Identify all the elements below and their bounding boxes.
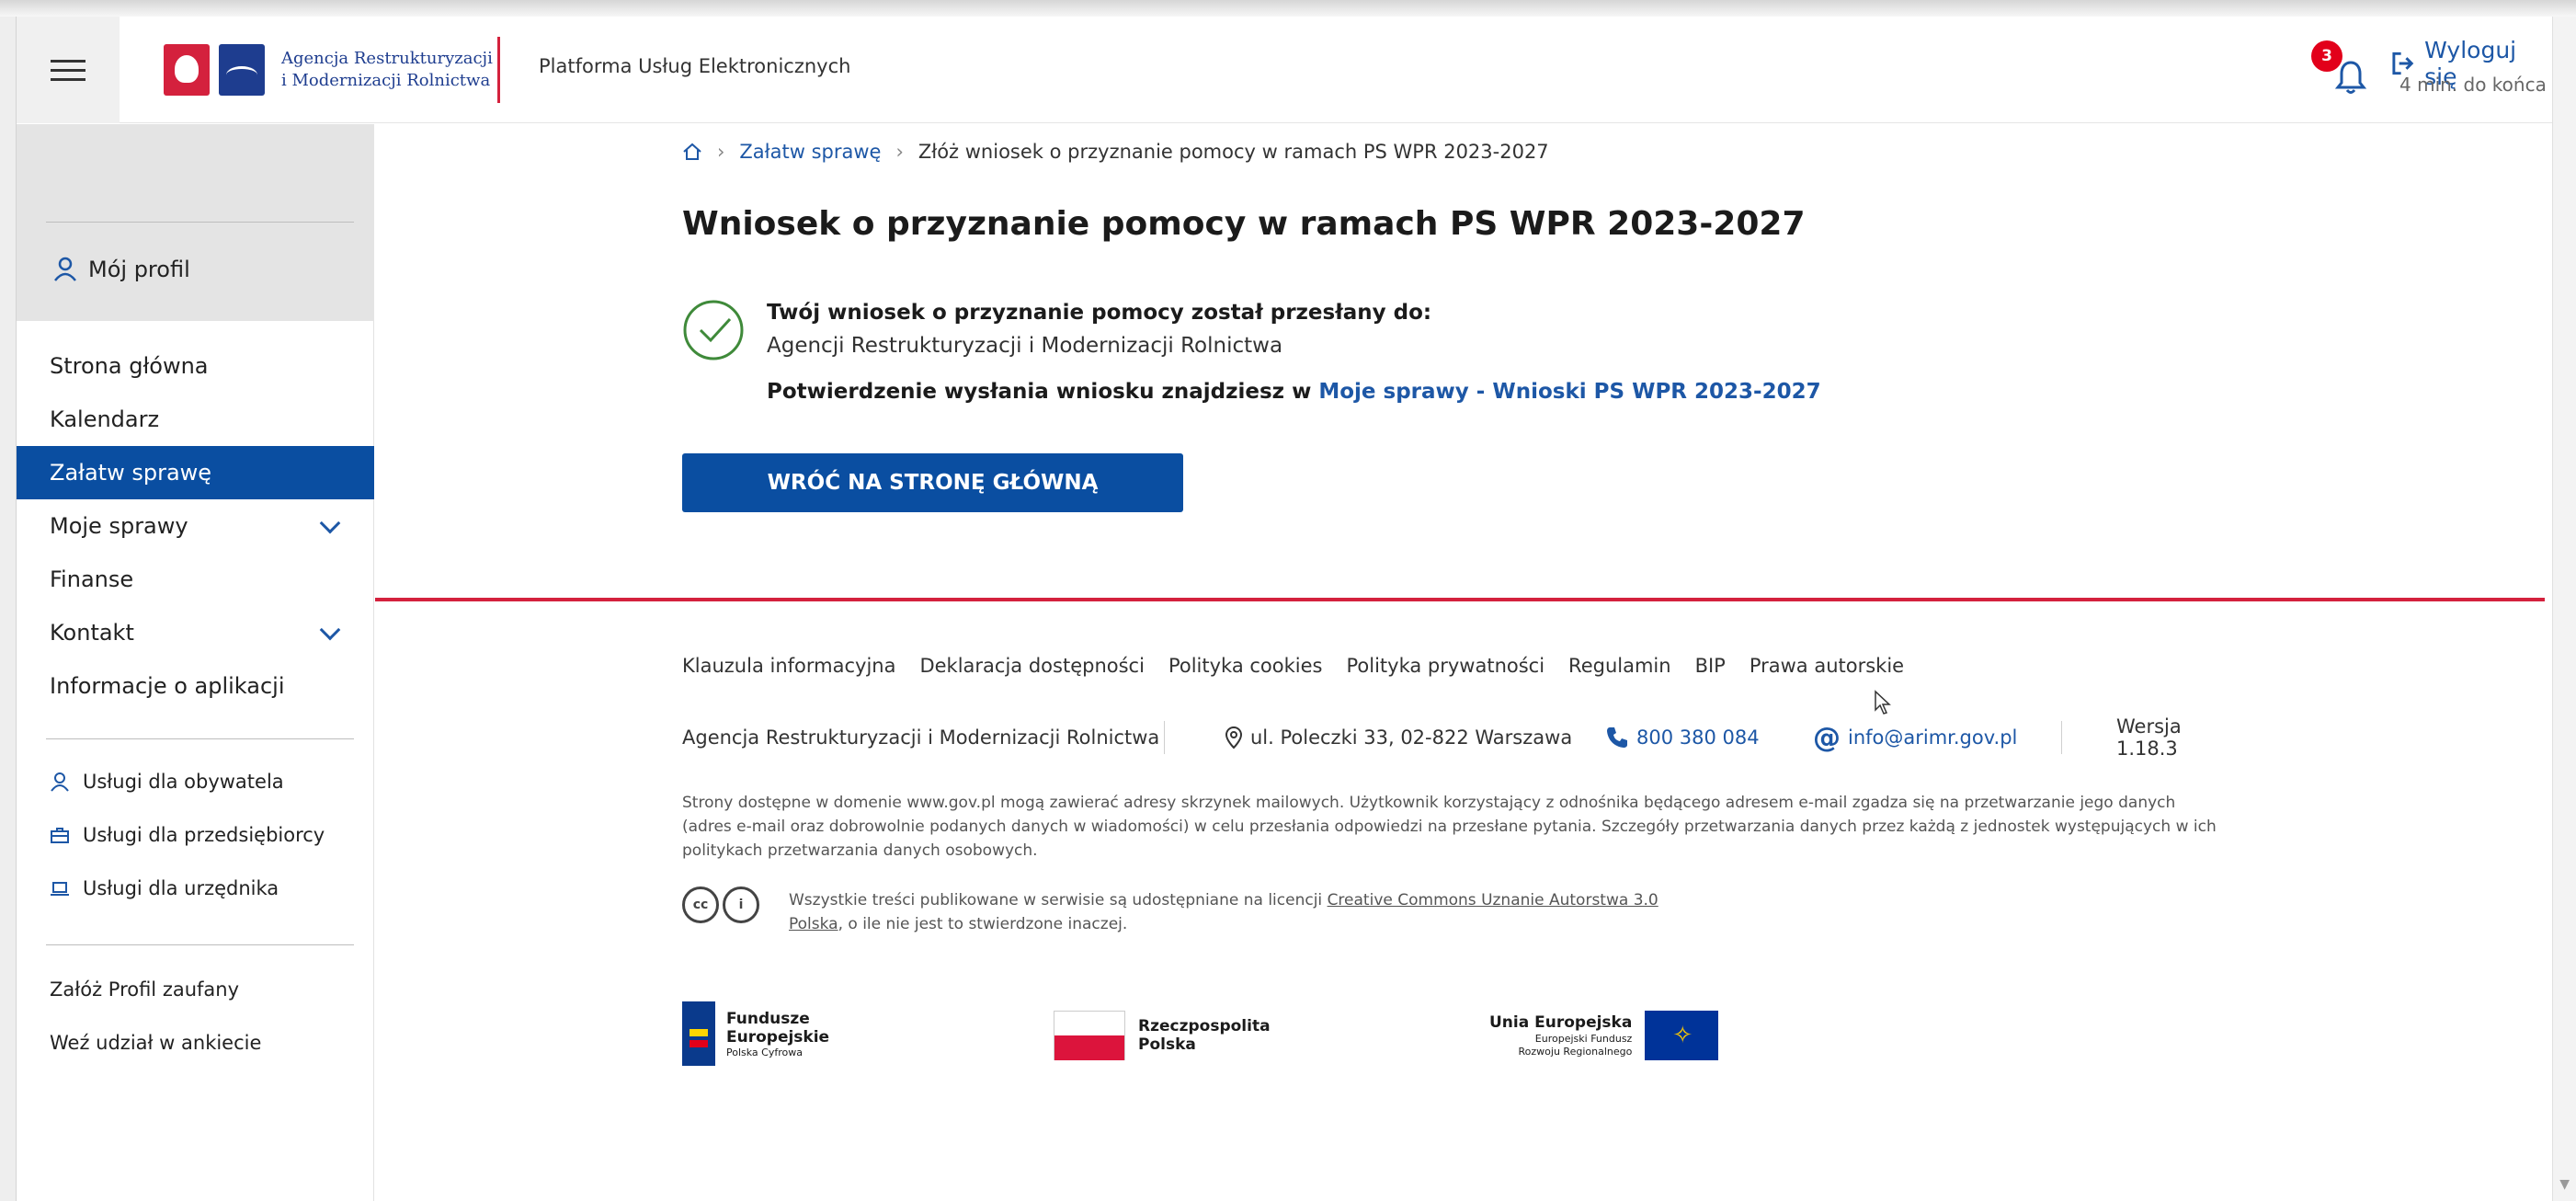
footer-agency: Agencja Restrukturyzacji i Modernizacji …: [682, 726, 1160, 749]
logo-text: Agencja Restrukturyzacji i Modernizacji …: [281, 49, 493, 90]
session-countdown: 4 min. do końca: [2399, 74, 2547, 96]
survey-link[interactable]: Weź udział w ankiecie: [17, 1016, 374, 1069]
divider: [46, 738, 354, 739]
divider: [46, 222, 354, 223]
trusted-profile-link[interactable]: Załóż Profil zaufany: [17, 963, 374, 1016]
polish-eagle-icon: [164, 44, 210, 96]
nav-item-finance[interactable]: Finanse: [17, 553, 374, 606]
divider: [46, 944, 354, 945]
services-nav: Usługi dla obywatela Usługi dla przedsię…: [17, 755, 374, 915]
footer-contact-row: Agencja Restrukturyzacji i Modernizacji …: [682, 715, 2236, 760]
phone-icon: [1607, 727, 1627, 748]
laptop-icon: [51, 882, 69, 896]
app-header: Agencja Restrukturyzacji i Modernizacji …: [17, 17, 2552, 123]
footer-email[interactable]: @ info@arimr.gov.pl: [1813, 719, 2017, 756]
mouse-cursor-icon: [1875, 690, 1891, 715]
nav-item-handle-case[interactable]: Załatw sprawę: [17, 446, 374, 499]
logout-icon: [2392, 51, 2414, 75]
divider: [1164, 721, 1165, 754]
european-funds-logo: Fundusze Europejskie Polska Cyfrowa: [682, 1001, 829, 1066]
attribution-icon: i: [723, 886, 759, 923]
creative-commons-badge: cc i: [682, 886, 759, 923]
polish-flag-icon: [1054, 1011, 1125, 1060]
footer-version: Wersja 1.18.3: [2116, 715, 2182, 760]
success-check-icon: [683, 300, 744, 360]
confirmation-line: Potwierdzenie wysłania wniosku znajdzies…: [767, 380, 1821, 404]
footer-links: Klauzula informacyjna Deklaracja dostępn…: [682, 655, 1904, 677]
nav-item-app-info[interactable]: Informacje o aplikacji: [17, 659, 374, 713]
breadcrumb-separator: ›: [895, 141, 904, 163]
back-to-home-button[interactable]: WRÓĆ NA STRONĘ GŁÓWNĄ: [682, 453, 1183, 512]
european-funds-mark-icon: [682, 1001, 715, 1066]
bell-icon[interactable]: [2333, 59, 2368, 96]
nav-item-calendar[interactable]: Kalendarz: [17, 393, 374, 446]
window-top-edge: [0, 0, 2576, 17]
arimr-emblem-icon: [219, 44, 265, 96]
location-pin-icon: [1225, 726, 1243, 749]
browser-frame: ▼ Agencja Restrukturyzacji i Modernizacj…: [0, 0, 2576, 1201]
services-citizen-link[interactable]: Usługi dla obywatela: [17, 755, 374, 808]
license-text: Wszystkie treści publikowane w serwisie …: [789, 891, 1658, 933]
footer-link-copyright[interactable]: Prawa autorskie: [1750, 655, 1904, 677]
confirmation-agency: Agencji Restrukturyzacji i Modernizacji …: [767, 334, 1283, 358]
divider: [2061, 721, 2062, 754]
chevron-down-icon[interactable]: [319, 619, 341, 641]
breadcrumb-current: Złóż wniosek o przyznanie pomocy w ramac…: [918, 141, 1549, 163]
footer-phone[interactable]: 800 380 084: [1605, 719, 1760, 756]
footer-link-accessibility[interactable]: Deklaracja dostępności: [919, 655, 1144, 677]
footer-link-privacy[interactable]: Polityka prywatności: [1346, 655, 1544, 677]
vertical-scrollbar[interactable]: ▼: [2552, 17, 2576, 1201]
funding-logos: Fundusze Europejskie Polska Cyfrowa Rzec…: [682, 1001, 1785, 1075]
my-profile-link[interactable]: Mój profil: [53, 257, 190, 282]
sidebar: Mój profil Strona główna Kalendarz Załat…: [17, 124, 374, 1201]
chevron-down-icon[interactable]: [319, 512, 341, 534]
window-left-edge: [0, 17, 17, 1201]
page-title: Wniosek o przyznanie pomocy w ramach PS …: [682, 205, 1806, 243]
nav-item-my-cases[interactable]: Moje sprawy: [17, 499, 374, 553]
person-icon: [51, 772, 69, 792]
profile-block: Mój profil: [17, 124, 374, 321]
arimr-logo[interactable]: Agencja Restrukturyzacji i Modernizacji …: [164, 44, 493, 96]
nav-item-contact[interactable]: Kontakt: [17, 606, 374, 659]
footer-link-info-clause[interactable]: Klauzula informacyjna: [682, 655, 895, 677]
services-official-link[interactable]: Usługi dla urzędnika: [17, 862, 374, 915]
footer-link-bip[interactable]: BIP: [1695, 655, 1726, 677]
main-content: › Załatw sprawę › Złóż wniosek o przyzna…: [375, 124, 2552, 598]
menu-toggle-button[interactable]: [17, 17, 120, 123]
republic-of-poland-logo: Rzeczpospolita Polska: [1054, 1011, 1271, 1060]
user-icon: [54, 257, 76, 281]
hamburger-icon: [51, 59, 85, 63]
breadcrumb-separator: ›: [717, 141, 725, 163]
footer: Klauzula informacyjna Deklaracja dostępn…: [682, 601, 2429, 1172]
european-union-logo: Unia Europejska Europejski Fundusz Rozwo…: [1489, 1011, 1719, 1060]
footer-address: ul. Poleczki 33, 02-822 Warszawa: [1225, 719, 1572, 756]
eu-flag-icon: ✧: [1645, 1011, 1719, 1060]
at-sign-icon: @: [1813, 721, 1841, 754]
briefcase-icon: [51, 828, 69, 843]
header-divider: [497, 37, 500, 103]
breadcrumb-link[interactable]: Załatw sprawę: [739, 141, 881, 163]
my-cases-applications-link[interactable]: Moje sprawy - Wnioski PS WPR 2023-2027: [1318, 380, 1820, 404]
main-nav: Strona główna Kalendarz Załatw sprawę Mo…: [17, 339, 374, 713]
scroll-down-arrow-icon[interactable]: ▼: [2559, 1177, 2570, 1192]
cc-icon: cc: [682, 886, 719, 923]
breadcrumb: › Załatw sprawę › Złóż wniosek o przyzna…: [682, 141, 1549, 163]
footer-link-terms[interactable]: Regulamin: [1568, 655, 1671, 677]
footer-link-cookies[interactable]: Polityka cookies: [1168, 655, 1323, 677]
platform-name: Platforma Usług Elektronicznych: [539, 55, 851, 77]
nav-item-home[interactable]: Strona główna: [17, 339, 374, 393]
confirmation-heading: Twój wniosek o przyznanie pomocy został …: [767, 301, 1432, 325]
services-entrepreneur-link[interactable]: Usługi dla przedsiębiorcy: [17, 808, 374, 862]
home-icon[interactable]: [682, 142, 702, 162]
footer-email-note: Strony dostępne w domenie www.gov.pl mog…: [682, 794, 2217, 860]
extras-nav: Załóż Profil zaufany Weź udział w ankiec…: [17, 963, 374, 1069]
